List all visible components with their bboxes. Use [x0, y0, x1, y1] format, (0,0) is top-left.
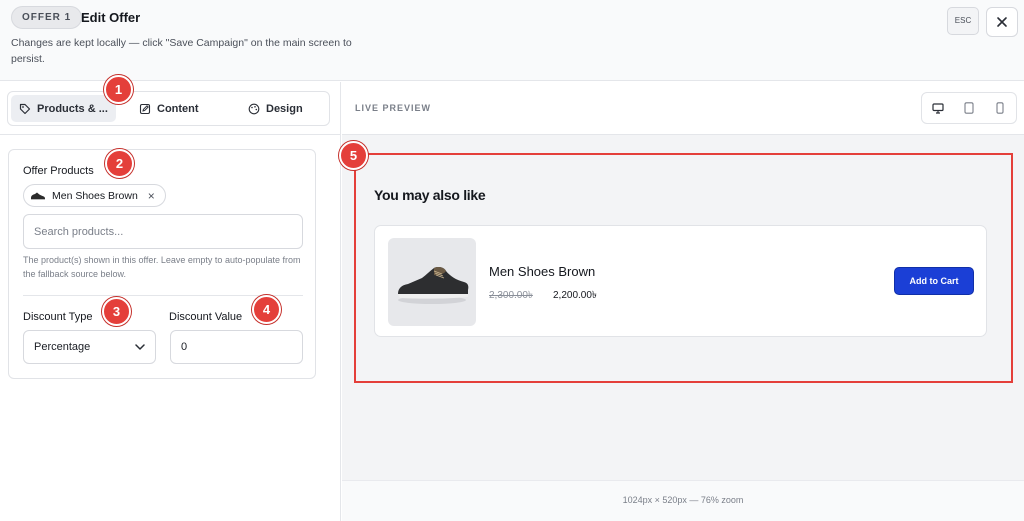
tab-design-label: Design: [266, 102, 303, 115]
chevron-down-icon: [135, 344, 145, 350]
offer-products-label: Offer Products: [23, 165, 94, 177]
preview-toolbar: LIVE PREVIEW: [342, 82, 1024, 135]
marker-1: 1: [104, 75, 133, 104]
settings-panel: Products & ... Content Design Offer Prod…: [0, 82, 341, 521]
add-to-cart-button[interactable]: Add to Cart: [894, 267, 974, 295]
desktop-icon: [932, 102, 944, 114]
palette-icon: [248, 103, 260, 114]
marker-2: 2: [105, 149, 134, 178]
marker-4: 4: [252, 295, 281, 324]
device-switcher: [921, 92, 1017, 124]
product-name: Men Shoes Brown: [489, 264, 596, 279]
marker-3: 3: [102, 297, 131, 326]
discount-type-label: Discount Type: [23, 311, 93, 323]
close-icon: [997, 17, 1007, 27]
tag-icon: [19, 103, 31, 114]
discount-value-input[interactable]: [170, 330, 303, 364]
preview-footer: 1024px × 520px — 76% zoom: [342, 480, 1024, 521]
product-image: [388, 238, 476, 326]
tab-products[interactable]: Products & ...: [11, 95, 116, 122]
mobile-icon: [996, 102, 1004, 114]
discount-type-select[interactable]: Percentage: [23, 330, 156, 364]
search-input[interactable]: [23, 214, 303, 249]
chip-label: Men Shoes Brown: [52, 189, 138, 202]
tablet-view-button[interactable]: [957, 97, 981, 119]
zoom-indicator: 1024px × 520px — 76% zoom: [622, 495, 744, 505]
page-title: Edit Offer: [81, 10, 141, 25]
preview-panel: LIVE PREVIEW You may also like Men Shoes…: [342, 82, 1024, 521]
section-title: You may also like: [374, 187, 486, 203]
esc-button[interactable]: ESC: [947, 7, 979, 35]
discount-type-value: Percentage: [34, 341, 91, 353]
product-card: Men Shoes Brown 2,300.00৳ 2,200.00৳ Add …: [374, 225, 987, 337]
edit-icon: [139, 103, 151, 114]
original-price: 2,300.00৳: [489, 290, 533, 301]
tab-design[interactable]: Design: [248, 95, 303, 122]
marker-5: 5: [339, 141, 368, 170]
tab-content[interactable]: Content: [139, 95, 199, 122]
shoe-icon: [31, 192, 45, 200]
tab-content-label: Content: [157, 102, 199, 115]
help-text: The product(s) shown in this offer. Leav…: [23, 255, 301, 279]
sale-price: 2,200.00৳: [553, 290, 597, 301]
modal-header: OFFER 1 Edit Offer Changes are kept loca…: [0, 0, 1024, 81]
live-preview-label: LIVE PREVIEW: [355, 103, 432, 113]
offer-badge: OFFER 1: [11, 6, 83, 29]
desktop-view-button[interactable]: [926, 97, 950, 119]
discount-value-label: Discount Value: [169, 311, 243, 323]
close-button[interactable]: [986, 7, 1018, 37]
header-subtitle: Changes are kept locally — click "Save C…: [11, 37, 352, 65]
tab-bar: Products & ... Content Design: [7, 91, 330, 126]
offer-form-card: Offer Products Men Shoes Brown × The pro…: [8, 149, 316, 379]
divider: [0, 134, 340, 135]
shoe-image: [398, 267, 469, 304]
mobile-view-button[interactable]: [988, 97, 1012, 119]
tablet-icon: [964, 102, 974, 114]
selected-product-chip: Men Shoes Brown ×: [23, 184, 166, 207]
remove-chip-button[interactable]: ×: [148, 189, 155, 203]
tab-products-label: Products & ...: [37, 102, 108, 115]
